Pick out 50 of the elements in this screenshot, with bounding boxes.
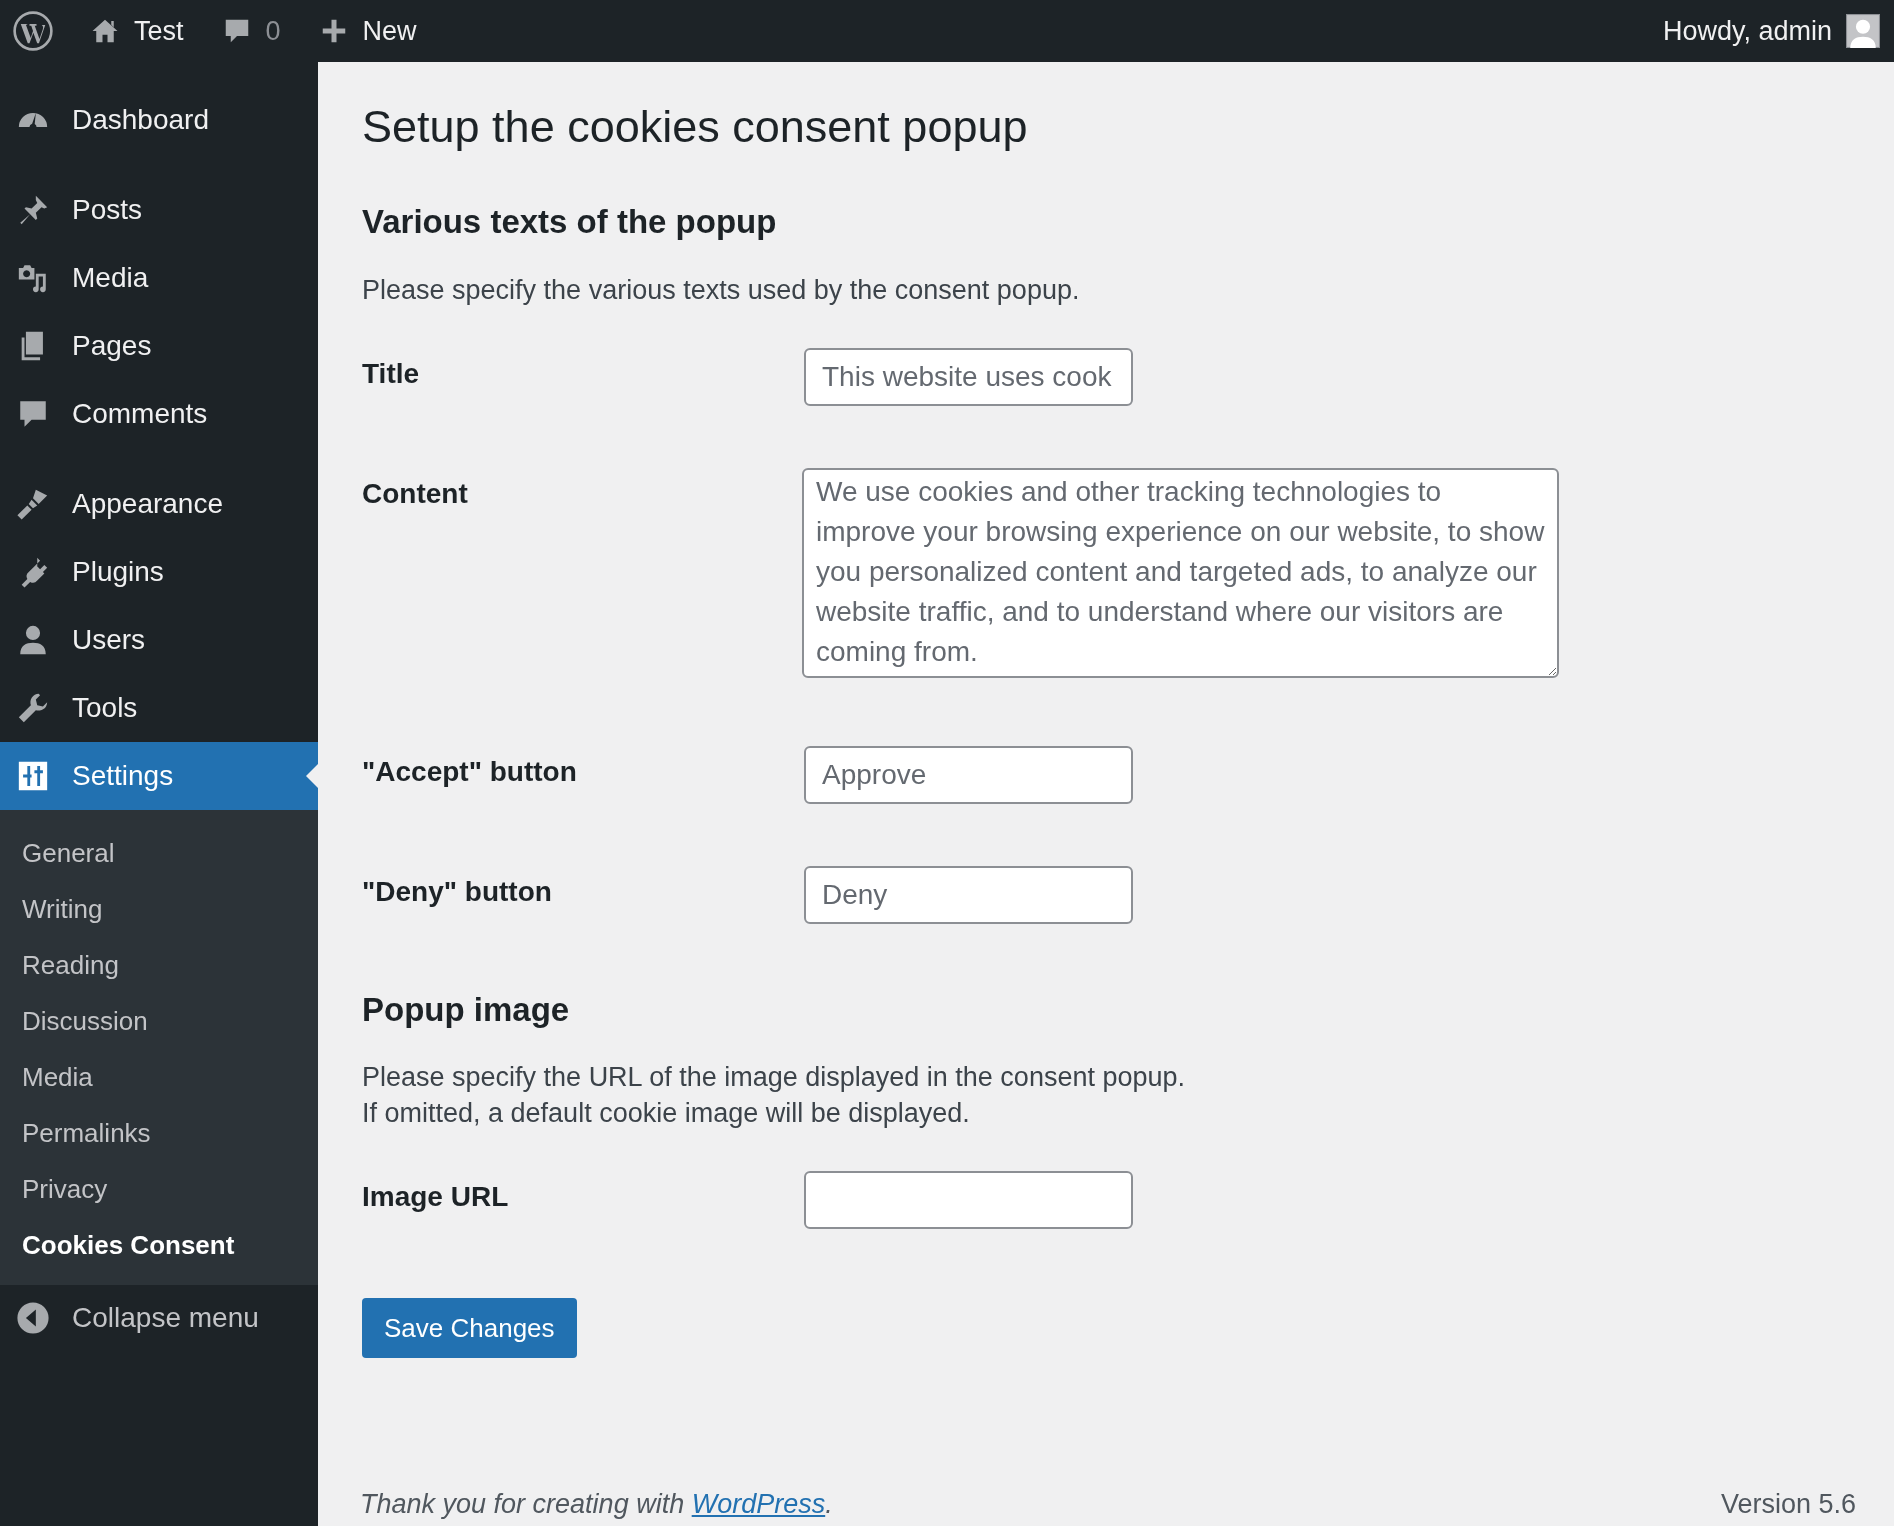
content-textarea[interactable]: We use cookies and other tracking technologies to improve your browsing experience on our website, to show you personalized content and targeted ads, to analyze our website traffic, and to understand where our visitors are coming from. [802,467,1559,678]
section-heading: Popup image [362,989,571,1030]
section-description: Please specify the various texts used by the consent popup. [362,273,1081,307]
menu-item[interactable]: Users [0,606,318,674]
menu-item[interactable]: Settings [0,742,318,810]
submenu-item[interactable]: Writing [0,881,318,937]
section-description: If omitted, a default cookie image will be displayed. [362,1097,971,1131]
footer-text: Thank you for creating with WordPress. [360,1489,833,1520]
new-link[interactable]: New [318,15,417,47]
submenu-item[interactable]: Privacy [0,1161,318,1217]
wordpress-link[interactable]: WordPress [691,1489,826,1519]
menu-item[interactable]: Media [0,244,318,312]
text-field[interactable]: Approve [804,745,1133,804]
text-field[interactable] [804,1171,1133,1230]
field-label: "Deny" button [362,874,553,908]
menu-item[interactable]: Comments [0,380,318,448]
submenu-item[interactable]: General [0,825,318,881]
menu-item[interactable]: Dashboard [0,86,318,154]
field-label: Title [362,356,421,390]
comments-link[interactable]: 0 [221,15,281,47]
submenu-item[interactable]: Permalinks [0,1105,318,1161]
field-label: Image URL [362,1180,510,1214]
settings-icon [16,759,50,793]
account-link[interactable]: Howdy, admin [1662,14,1880,48]
submenu-item[interactable]: Cookies Consent [0,1217,318,1273]
site-name-link[interactable]: Test [90,15,184,47]
collapse-menu-button[interactable]: Collapse menu [0,1285,318,1351]
submenu-item[interactable]: Reading [0,937,318,993]
avatar-icon [1846,14,1880,48]
section-description: Please specify the URL of the image displayed in the consent popup. [362,1061,1186,1095]
page-title: Setup the cookies consent popup [362,100,1029,154]
submenu-item[interactable]: Media [0,1049,318,1105]
menu-item[interactable]: Tools [0,674,318,742]
text-field[interactable]: This website uses cook [804,347,1133,406]
wrench-icon [16,691,50,725]
wordpress-logo-icon[interactable] [12,10,54,52]
text-field[interactable]: Deny [804,865,1133,924]
section-heading: Various texts of the popup [362,202,778,242]
version-text: Version 5.6 [1720,1489,1856,1520]
menu-item[interactable]: Pages [0,312,318,380]
current-page-pointer [306,764,318,788]
save-changes-button[interactable]: Save Changes [362,1298,577,1359]
menu-item[interactable]: Plugins [0,538,318,606]
collapse-arrow-icon [16,1301,50,1335]
submenu-item[interactable]: Discussion [0,993,318,1049]
paintbrush-icon [16,487,50,521]
field-label: "Accept" button [362,754,578,788]
menu-item[interactable]: Posts [0,176,318,244]
field-label: Content [362,476,469,510]
menu-item[interactable]: Appearance [0,470,318,538]
